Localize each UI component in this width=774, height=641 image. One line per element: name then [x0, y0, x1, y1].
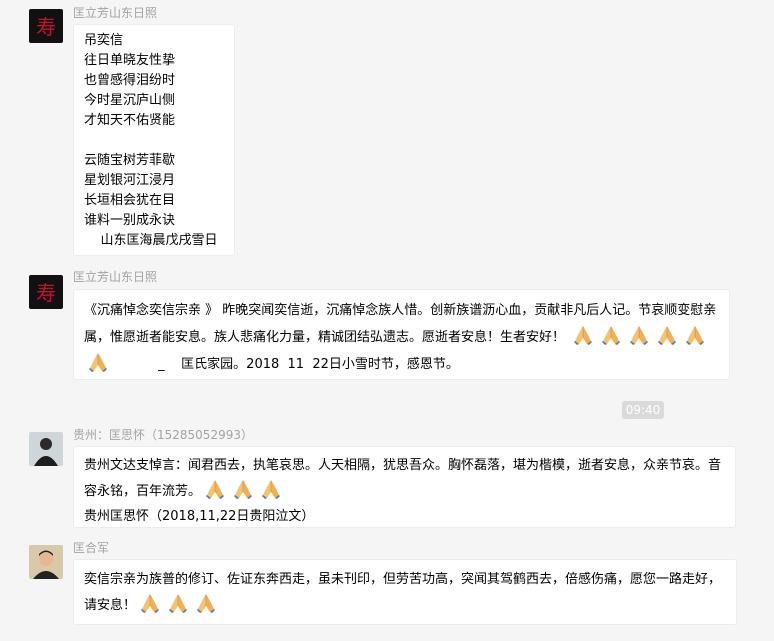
folded-hands-icon — [167, 592, 189, 614]
poem-line: 今时星沉庐山侧 — [84, 93, 176, 108]
poem-line: 吊奕信 — [84, 33, 124, 48]
svg-text:寿: 寿 — [36, 15, 56, 39]
avatar[interactable]: 寿 — [29, 275, 63, 309]
folded-hands-icon — [232, 478, 254, 500]
svg-text:寿: 寿 — [36, 281, 56, 305]
folded-hands-icon — [572, 324, 594, 346]
sender-name: 匡立芳山东日照 — [73, 270, 158, 284]
message-text: 贵州文达支悼言：闻君西去，执笔哀思。人天相隔，犹思吾众。胸怀磊落，堪为楷模，逝者… — [84, 458, 722, 499]
sender-name: 匡立芳山东日照 — [73, 6, 158, 20]
message-bubble[interactable]: 贵州文达支悼言：闻君西去，执笔哀思。人天相隔，犹思吾众。胸怀磊落，堪为楷模，逝者… — [73, 446, 736, 528]
folded-hands-icon — [139, 592, 161, 614]
poem-line: 山东匡海晨戊戌雪日 — [84, 233, 218, 248]
sender-name: 匡合军 — [73, 541, 110, 555]
poem-line: 星划银河江浸月 — [84, 173, 176, 188]
poem-line: ​ — [84, 131, 224, 151]
poem-line: 云随宝树芳菲歇 — [84, 153, 176, 168]
message-text: _ 匡氏家园。2018 11 22日小雪时节，感恩节。 — [158, 357, 459, 372]
folded-hands-icon — [204, 478, 226, 500]
folded-hands-icon — [684, 324, 706, 346]
sender-name: 贵州：匡思怀（15285052993） — [73, 428, 253, 442]
poem-line: 往日单晓友性挚 — [84, 53, 176, 68]
avatar[interactable] — [29, 432, 63, 466]
poem-line: 才知天不佑贤能 — [84, 113, 176, 128]
poem-line: 长垣相会犹在目 — [84, 193, 176, 208]
folded-hands-icon — [195, 592, 217, 614]
folded-hands-icon — [600, 324, 622, 346]
message-bubble[interactable]: 《沉痛悼念奕信宗亲 》 昨晚突闻奕信逝，沉痛悼念族人惜。创新族谱沥心血，贡献非凡… — [73, 289, 730, 380]
message-bubble[interactable]: 奕信宗亲为族普的修订、佐证东奔西走，虽未刊印，但劳苦功高，突闻其驾鹤西去，倍感伤… — [73, 559, 737, 625]
avatar[interactable] — [29, 545, 63, 579]
message-bubble[interactable]: 吊奕信 往日单晓友性挚 也曾感得泪纷时 今时星沉庐山侧 才知天不佑贤能 ​ 云随… — [73, 24, 235, 256]
message-text: 贵州匡思怀（2018,11,22日贵阳泣文） — [84, 509, 315, 524]
avatar[interactable]: 寿 — [29, 9, 63, 43]
poem-line: 也曾感得泪纷时 — [84, 73, 176, 88]
poem-line: 谁料一别成永诀 — [84, 213, 176, 228]
folded-hands-icon — [656, 324, 678, 346]
folded-hands-icon — [628, 324, 650, 346]
folded-hands-icon — [87, 351, 109, 373]
timestamp: 09:40 — [622, 401, 664, 419]
folded-hands-icon — [260, 478, 282, 500]
